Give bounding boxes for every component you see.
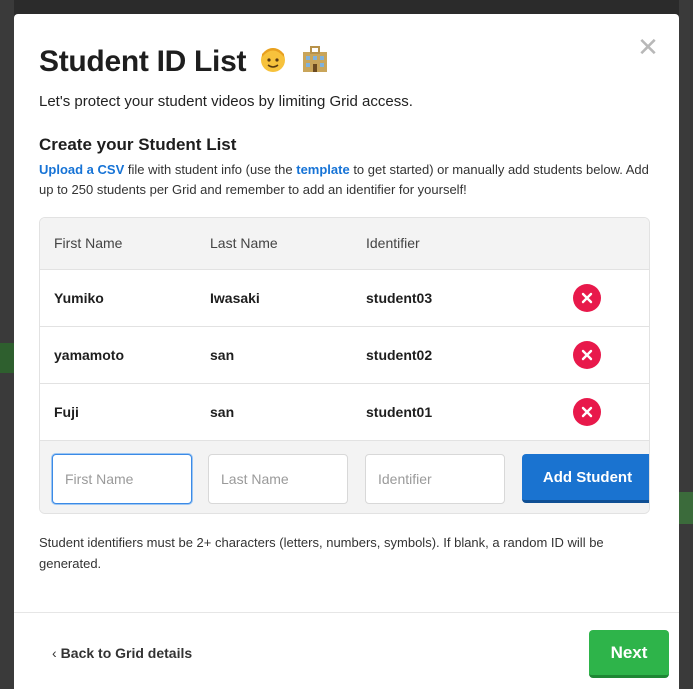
student-id-modal: ✕ Student ID List Let's protect your stu… [14, 14, 679, 689]
template-link[interactable]: template [296, 162, 349, 177]
table-row: Fuji san student01 [40, 384, 649, 441]
student-last-name: Iwasaki [210, 290, 260, 306]
remove-circle-icon[interactable] [573, 398, 601, 426]
close-icon[interactable]: ✕ [637, 34, 659, 60]
modal-subtitle: Let's protect your student videos by lim… [39, 93, 413, 110]
student-first-name: yamamoto [54, 347, 125, 363]
instructions: Upload a CSV file with student info (use… [39, 160, 654, 200]
backdrop [0, 343, 14, 373]
table-row: yamamoto san student02 [40, 327, 649, 384]
student-identifier: student01 [366, 404, 433, 420]
table-row: Yumiko Iwasaki student03 [40, 270, 649, 327]
chevron-left-icon: ‹ [52, 645, 57, 661]
modal-title-text: Student ID List [39, 44, 247, 78]
student-emoji-icon [258, 44, 288, 82]
student-table: First Name Last Name Identifier Yumiko I… [39, 217, 650, 514]
identifier-note: Student identifiers must be 2+ character… [39, 535, 604, 571]
student-identifier: student03 [366, 290, 433, 306]
back-to-grid-link[interactable]: ‹ Back to Grid details [52, 645, 192, 661]
table-header: First Name Last Name Identifier [40, 218, 649, 270]
footer-divider [14, 612, 679, 613]
student-last-name: san [210, 404, 235, 420]
backdrop [679, 492, 693, 524]
first-name-input[interactable] [52, 454, 192, 504]
add-student-row: Add Student [40, 441, 649, 513]
student-last-name: san [210, 347, 235, 363]
student-first-name: Fuji [54, 404, 79, 420]
remove-circle-icon[interactable] [573, 284, 601, 312]
back-label: Back to Grid details [60, 645, 193, 661]
upload-csv-link[interactable]: Upload a CSV [39, 162, 124, 177]
identifier-input[interactable] [365, 454, 505, 504]
modal-title: Student ID List [39, 44, 330, 82]
add-student-button[interactable]: Add Student [522, 454, 649, 503]
header-last-name: Last Name [210, 235, 278, 251]
last-name-input[interactable] [208, 454, 348, 504]
student-first-name: Yumiko [54, 290, 104, 306]
school-emoji-icon [300, 44, 330, 82]
student-identifier: student02 [366, 347, 433, 363]
remove-circle-icon[interactable] [573, 341, 601, 369]
header-first-name: First Name [54, 235, 123, 251]
header-identifier: Identifier [366, 235, 420, 251]
section-title: Create your Student List [39, 135, 237, 154]
instructions-text: file with student info (use the [124, 162, 297, 177]
backdrop [679, 0, 693, 689]
next-button[interactable]: Next [589, 630, 669, 678]
